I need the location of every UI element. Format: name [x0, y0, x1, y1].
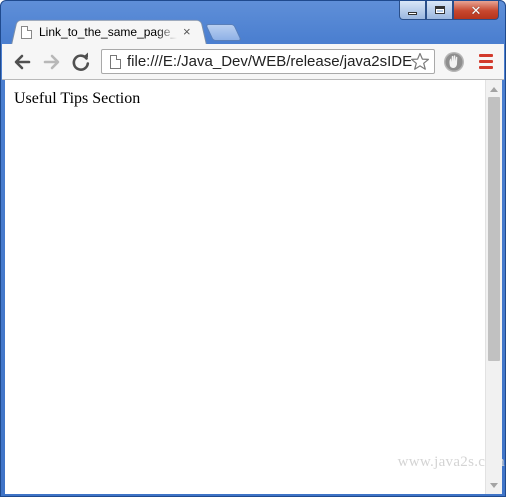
browser-toolbar: file:///E:/Java_Dev/WEB/release/java2sID…: [2, 44, 504, 80]
tab-title: Link_to_the_same_page_w: [39, 25, 177, 39]
scroll-up-arrow-icon[interactable]: [490, 87, 498, 92]
page-icon: [110, 54, 121, 69]
new-tab-button[interactable]: [205, 24, 242, 41]
url-text[interactable]: file:///E:/Java_Dev/WEB/release/java2sID…: [127, 53, 412, 70]
back-arrow-icon[interactable]: [12, 52, 32, 72]
window-caption-buttons: ✕: [399, 1, 499, 21]
file-icon: [21, 25, 32, 39]
scroll-down-arrow-icon[interactable]: [490, 483, 498, 488]
tab-active-content: Link_to_the_same_page_w ×: [21, 20, 201, 44]
maximize-icon: [434, 6, 445, 14]
address-bar[interactable]: file:///E:/Java_Dev/WEB/release/java2sID…: [101, 49, 435, 74]
browser-window: ✕ Link_to_the_same_page_w × file:///E:/J…: [0, 0, 506, 497]
reload-icon[interactable]: [71, 52, 91, 72]
scroll-thumb[interactable]: [488, 97, 500, 361]
star-icon[interactable]: [410, 52, 430, 71]
close-icon: ✕: [470, 2, 482, 18]
page-viewport: Useful Tips Section www.java2s.com: [5, 80, 505, 494]
close-window-button[interactable]: ✕: [453, 1, 499, 20]
maximize-button[interactable]: [426, 1, 453, 20]
extension-icon[interactable]: [443, 51, 465, 73]
tab-close-button[interactable]: ×: [183, 25, 191, 38]
vertical-scrollbar[interactable]: [485, 80, 502, 494]
minimize-button[interactable]: [399, 1, 426, 20]
forward-arrow-icon[interactable]: [42, 52, 62, 72]
minimize-icon: [408, 11, 417, 15]
menu-icon[interactable]: [479, 54, 493, 70]
page-content-text: Useful Tips Section: [14, 90, 141, 107]
